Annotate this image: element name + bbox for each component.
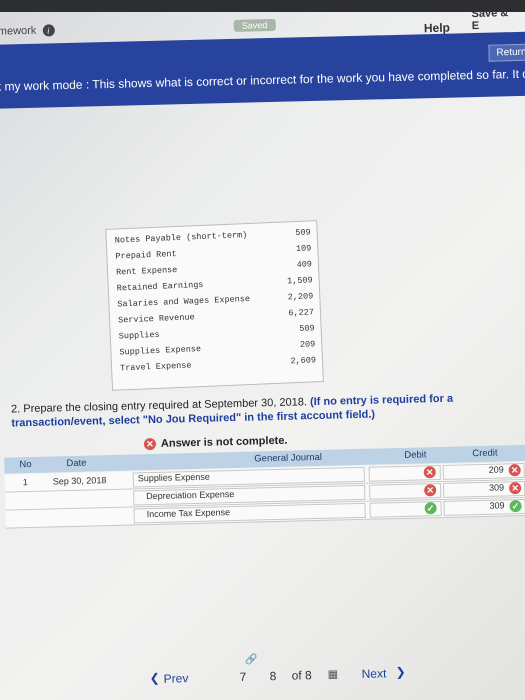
debit-input[interactable]: ✓ xyxy=(369,500,442,518)
homework-page: mework i Saved Help Save & E Return k my… xyxy=(0,0,525,700)
col-date: Date xyxy=(66,457,87,470)
credit-check-icon: ✓ xyxy=(509,500,522,513)
return-button[interactable]: Return xyxy=(488,43,525,62)
chevron-left-icon[interactable]: ❮ xyxy=(150,671,160,685)
link-icon: 🔗 xyxy=(245,654,258,666)
trial-row: Service Revenue 6,227 xyxy=(117,307,315,326)
debit-input[interactable]: ✕ xyxy=(369,482,442,500)
trial-row: Supplies Expense 209 xyxy=(119,339,316,358)
trial-row: Travel Expense 2,609 xyxy=(119,355,317,374)
debit-check-icon: ✓ xyxy=(424,502,437,515)
credit-error-icon: ✕ xyxy=(508,464,521,477)
save-exit-button[interactable]: Save & E xyxy=(471,7,519,32)
debit-error-icon: ✕ xyxy=(423,466,436,479)
col-debit: Debit xyxy=(404,449,427,461)
debit-input[interactable]: ✕ xyxy=(368,464,441,482)
answer-status-text: Answer is not complete. xyxy=(160,434,288,450)
chevron-right-icon[interactable]: ❯ xyxy=(395,665,405,679)
row-date[interactable]: Sep 30, 2018 xyxy=(53,475,107,486)
trial-balance-table: Notes Payable (short-term) 509 Prepaid Re… xyxy=(105,220,324,391)
page-next-number[interactable]: 8 xyxy=(269,669,276,683)
screen: mework i Saved Help Save & E Return k my… xyxy=(0,0,525,700)
col-credit: Credit xyxy=(472,447,498,460)
breadcrumb-homework[interactable]: mework xyxy=(0,25,36,38)
col-no: No xyxy=(19,458,32,471)
trial-row: Salaries and Wages Expense 2,209 xyxy=(117,291,314,310)
check-mode-message: k my work mode : This shows what is corr… xyxy=(0,64,525,94)
grid-icon[interactable]: ▦ xyxy=(327,668,339,681)
credit-error-icon: ✕ xyxy=(509,482,522,495)
saved-badge: Saved xyxy=(233,18,276,32)
row-no: 1 xyxy=(22,477,28,488)
trial-row: Prepaid Rent 109 xyxy=(115,243,312,262)
answer-status: ✕ Answer is not complete. xyxy=(143,434,288,451)
credit-input[interactable]: 209 ✕ xyxy=(442,462,525,480)
pagination: ❮ Prev 7 🔗 8 of 8 ▦ Next ❯ xyxy=(149,655,449,691)
debit-error-icon: ✕ xyxy=(424,484,437,497)
question-text: 2. Prepare the closing entry required at… xyxy=(11,390,512,430)
info-icon[interactable]: i xyxy=(42,24,55,37)
error-icon: ✕ xyxy=(143,437,157,451)
trial-row: Supplies 509 xyxy=(118,323,315,342)
trial-row: Notes Payable (short-term) 509 xyxy=(114,227,311,246)
prev-button[interactable]: Prev xyxy=(164,671,189,686)
col-general-journal: General Journal xyxy=(254,451,323,465)
credit-input[interactable]: 309 ✓ xyxy=(443,498,525,516)
account-select[interactable]: Income Tax Expense xyxy=(133,502,366,524)
credit-input[interactable]: 309 ✕ xyxy=(442,480,525,498)
page-current[interactable]: 7 xyxy=(240,670,247,684)
trial-row: Retained Earnings 1,509 xyxy=(116,275,313,294)
trial-row: Rent Expense 409 xyxy=(115,259,313,278)
check-mode-banner: Return k my work mode : This shows what … xyxy=(0,31,525,110)
next-button[interactable]: Next xyxy=(361,666,386,681)
page-count: of 8 xyxy=(291,668,312,683)
